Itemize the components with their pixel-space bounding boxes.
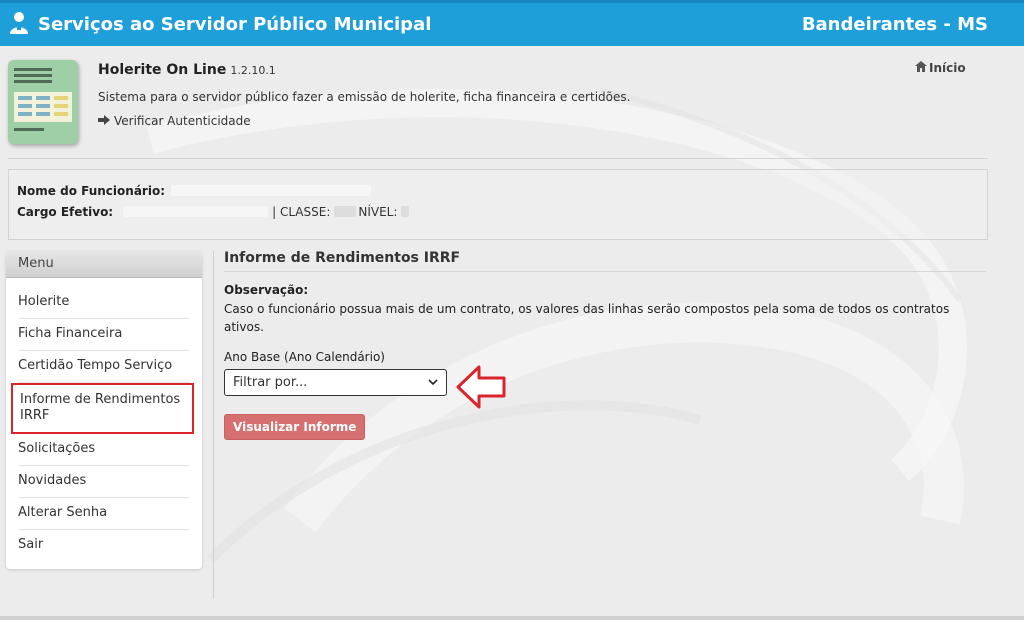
app-title: Holerite On Line 1.2.10.1 bbox=[98, 62, 630, 78]
home-link[interactable]: Início bbox=[915, 61, 966, 75]
menu-list: Holerite Ficha Financeira Certidão Tempo… bbox=[6, 278, 202, 561]
divider bbox=[8, 158, 988, 159]
app-info: Holerite On Line 1.2.10.1 Sistema para o … bbox=[98, 62, 630, 128]
holerite-app-icon bbox=[8, 60, 78, 144]
ano-base-select[interactable]: Filtrar por... bbox=[224, 369, 447, 396]
menu-item-novidades[interactable]: Novidades bbox=[18, 466, 190, 498]
menu-item-certidao-tempo-servico[interactable]: Certidão Tempo Serviço bbox=[18, 351, 190, 383]
select-value: Filtrar por... bbox=[233, 375, 308, 390]
header-title: Serviços ao Servidor Público Municipal bbox=[38, 14, 432, 35]
home-link-label: Início bbox=[929, 61, 966, 75]
employee-info-box: Nome do Funcionário: Cargo Efetivo: | CL… bbox=[8, 169, 988, 240]
user-badge-icon bbox=[8, 11, 30, 39]
menu-item-informe-rendimentos-irrf[interactable]: Informe de Rendimentos IRRF bbox=[11, 383, 194, 434]
app-version: 1.2.10.1 bbox=[230, 64, 276, 77]
menu-item-sair[interactable]: Sair bbox=[18, 530, 190, 561]
ano-base-label: Ano Base (Ano Calendário) bbox=[224, 350, 385, 364]
nivel-label: NÍVEL: bbox=[358, 204, 398, 219]
view-report-button[interactable]: Visualizar Informe bbox=[224, 414, 366, 440]
home-icon bbox=[915, 61, 927, 75]
header-city: Bandeirantes - MS bbox=[801, 14, 988, 35]
bottom-border bbox=[0, 616, 1024, 620]
verify-authenticity-link[interactable]: Verificar Autenticidade bbox=[98, 114, 630, 128]
sidebar-menu: Menu Holerite Ficha Financeira Certidão … bbox=[6, 251, 202, 569]
red-arrow-left-icon bbox=[456, 365, 506, 409]
app-name: Holerite On Line bbox=[98, 62, 227, 78]
classe-redacted bbox=[334, 206, 357, 217]
menu-item-ficha-financeira[interactable]: Ficha Financeira bbox=[18, 319, 190, 351]
vertical-divider bbox=[213, 251, 214, 599]
observation-label: Observação: bbox=[224, 283, 309, 297]
top-header-bar: Serviços ao Servidor Público Municipal B… bbox=[0, 0, 1024, 46]
menu-title: Menu bbox=[6, 251, 202, 278]
app-description: Sistema para o servidor público fazer a … bbox=[98, 90, 631, 104]
menu-item-alterar-senha[interactable]: Alterar Senha bbox=[18, 498, 190, 530]
nivel-redacted bbox=[401, 206, 410, 217]
employee-name-redacted bbox=[171, 185, 371, 196]
menu-item-holerite[interactable]: Holerite bbox=[18, 287, 190, 319]
verify-link-label: Verificar Autenticidade bbox=[114, 114, 251, 128]
employee-name-label: Nome do Funcionário: bbox=[17, 183, 165, 198]
cargo-label: Cargo Efetivo: bbox=[17, 204, 114, 219]
classe-label: | CLASSE: bbox=[272, 204, 331, 219]
page-title: Informe de Rendimentos IRRF bbox=[224, 250, 986, 272]
menu-item-solicitacoes[interactable]: Solicitações bbox=[18, 434, 190, 466]
cargo-redacted bbox=[123, 206, 269, 217]
observation-text: Caso o funcionário possua mais de um con… bbox=[224, 302, 950, 334]
main-content: Informe de Rendimentos IRRF Observação: … bbox=[224, 250, 986, 440]
chevron-down-icon bbox=[428, 375, 438, 390]
arrow-right-icon bbox=[98, 114, 110, 128]
